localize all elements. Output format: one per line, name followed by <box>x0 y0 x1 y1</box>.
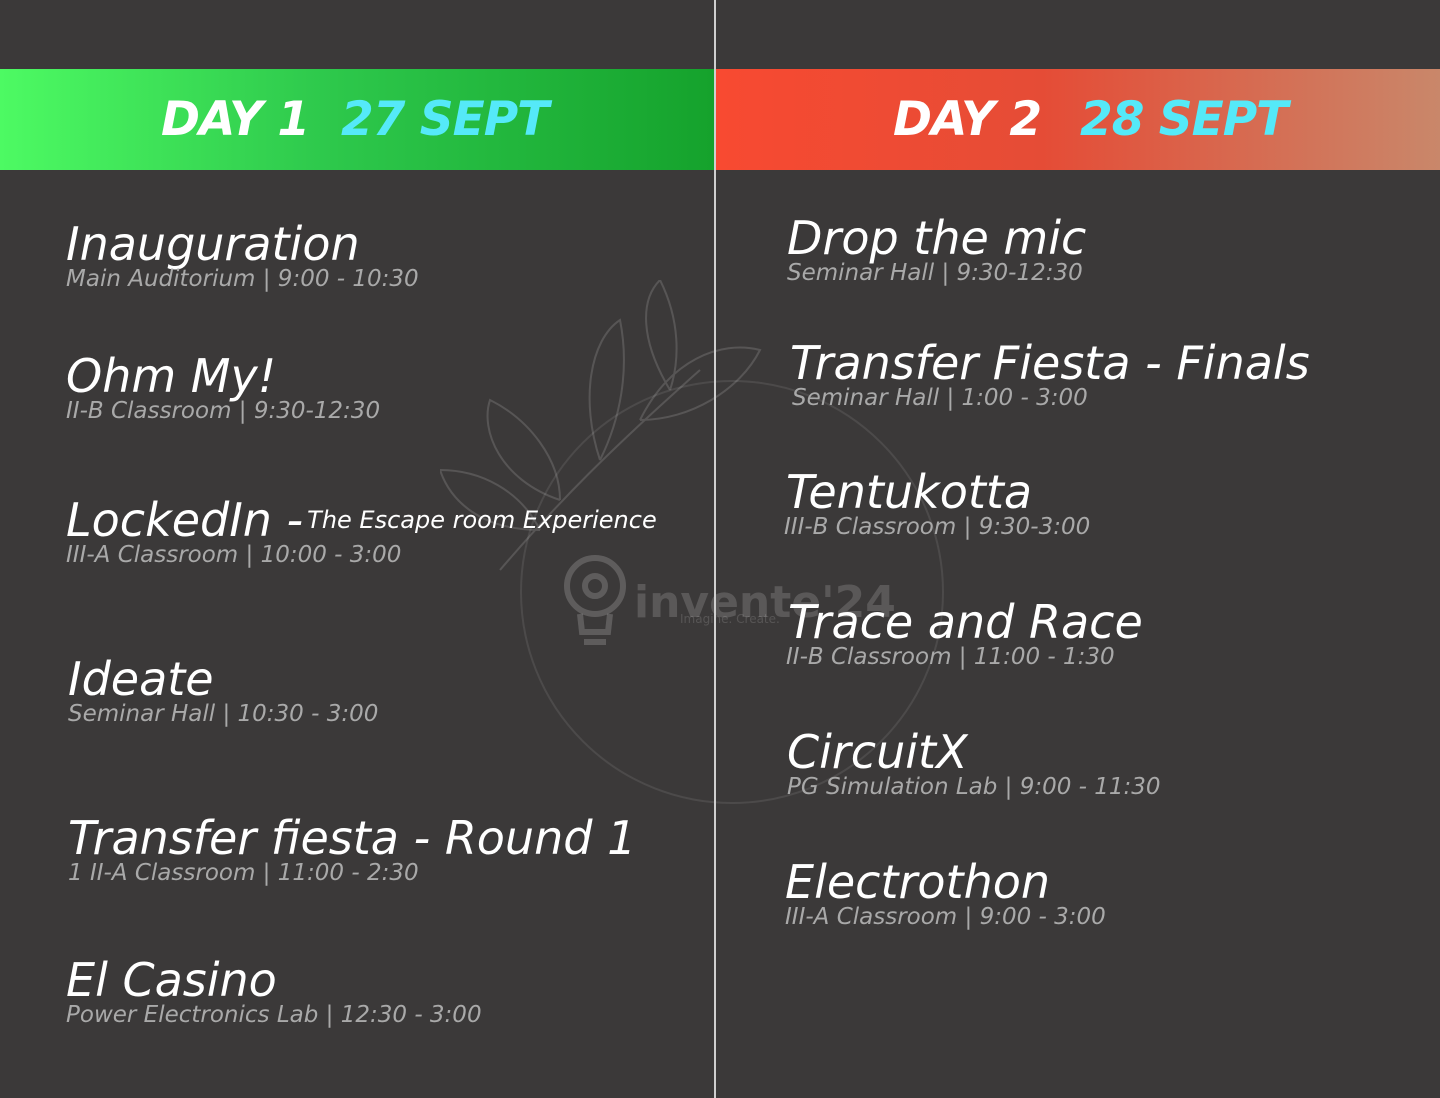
event-name: Ohm My! <box>66 349 277 403</box>
event-name: CircuitX <box>787 725 968 779</box>
day1-event-inauguration: Inauguration Main Auditorium | 9:00 - 10… <box>66 217 419 293</box>
day1-label: DAY 1 <box>161 92 310 147</box>
day2-event-tentukotta: Tentukotta III-B Classroom | 9:30-3:00 <box>784 465 1091 541</box>
day2-event-circuitx: CircuitX PG Simulation Lab | 9:00 - 11:3… <box>787 725 1161 801</box>
day2-event-transfer-fiesta-finals: Transfer Fiesta - Finals Seminar Hall | … <box>790 336 1310 412</box>
event-name: Drop the mic <box>787 211 1087 265</box>
day2-label: DAY 2 <box>893 92 1042 147</box>
day1-date: 27 SEPT <box>341 92 549 147</box>
day2-date: 28 SEPT <box>1080 92 1288 147</box>
event-name: LockedIn - The Escape room Experience <box>66 493 657 547</box>
event-name: Electrothon <box>785 855 1051 909</box>
event-meta: Power Electronics Lab | 12:30 - 3:00 <box>66 1002 482 1028</box>
event-meta: Main Auditorium | 9:00 - 10:30 <box>66 266 419 292</box>
event-meta: III-B Classroom | 9:30-3:00 <box>784 514 1091 540</box>
event-name: Inauguration <box>66 217 360 271</box>
event-meta: Seminar Hall | 10:30 - 3:00 <box>68 701 379 727</box>
event-meta: II-B Classroom | 9:30-12:30 <box>66 398 381 424</box>
event-name: El Casino <box>66 953 277 1007</box>
event-meta: II-B Classroom | 11:00 - 1:30 <box>786 644 1115 670</box>
event-meta: PG Simulation Lab | 9:00 - 11:30 <box>787 774 1161 800</box>
day1-event-el-casino: El Casino Power Electronics Lab | 12:30 … <box>66 953 482 1029</box>
day1-event-transfer-fiesta-round1: Transfer fiesta - Round 1 1 II-A Classro… <box>68 811 636 887</box>
day2-event-electrothon: Electrothon III-A Classroom | 9:00 - 3:0… <box>785 855 1106 931</box>
event-meta: III-A Classroom | 9:00 - 3:00 <box>785 904 1106 930</box>
day2-banner: DAY 2 28 SEPT <box>716 69 1440 170</box>
day1-banner: DAY 1 27 SEPT <box>0 69 714 170</box>
day2-event-trace-and-race: Trace and Race II-B Classroom | 11:00 - … <box>786 595 1143 671</box>
day2-event-drop-the-mic: Drop the mic Seminar Hall | 9:30-12:30 <box>787 211 1086 287</box>
event-name: Ideate <box>68 652 214 706</box>
watermark-tagline: Imagine. Create. <box>680 612 780 626</box>
event-name: Tentukotta <box>786 465 1033 519</box>
event-subtitle: The Escape room Experience <box>307 506 657 534</box>
day1-event-ohm-my: Ohm My! II-B Classroom | 9:30-12:30 <box>66 349 380 425</box>
day1-event-lockedin: LockedIn - The Escape room Experience III… <box>66 493 657 569</box>
event-name: Transfer Fiesta - Finals <box>790 336 1310 390</box>
event-name: Transfer fiesta - Round 1 <box>68 811 637 865</box>
event-name: Trace and Race <box>788 595 1143 649</box>
event-title: LockedIn - <box>66 493 304 547</box>
event-meta: Seminar Hall | 9:30-12:30 <box>787 260 1083 286</box>
day1-event-ideate: Ideate Seminar Hall | 10:30 - 3:00 <box>68 652 378 728</box>
